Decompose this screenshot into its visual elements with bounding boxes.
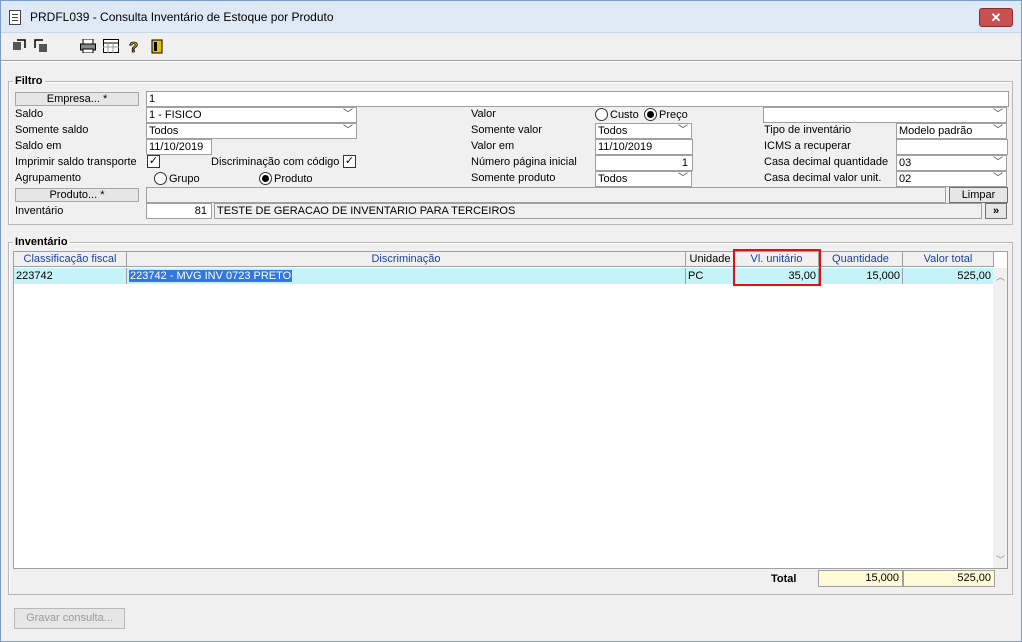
total-quantidade: 15,000: [818, 570, 903, 587]
filtro-title: Filtro: [13, 75, 45, 87]
tipo-inventario-label: Tipo de inventário: [764, 124, 852, 136]
inventario-label: Inventário: [15, 205, 64, 217]
cell-classificacao: 223742: [14, 268, 127, 284]
highlight-box: [733, 249, 821, 286]
col-classificacao[interactable]: Classificação fiscal: [14, 252, 127, 267]
inventario-title: Inventário: [13, 236, 70, 248]
saldo-select[interactable]: 1 - FISICO ﹀: [146, 107, 357, 123]
saldo-value: 1 - FISICO: [149, 109, 202, 121]
preco-label: Preço: [659, 109, 688, 121]
svg-text:?: ?: [129, 39, 138, 54]
somente-produto-label: Somente produto: [471, 172, 556, 184]
inventario-grid: Classificação fiscal Discriminação Unida…: [13, 251, 1008, 569]
saldo-em-field[interactable]: 11/10/2019: [146, 139, 212, 155]
agrupamento-label: Agrupamento: [15, 172, 82, 184]
casa-valor-select[interactable]: 02 ﹀: [896, 171, 1007, 187]
preco-radio[interactable]: [644, 108, 657, 121]
scroll-down-icon[interactable]: ﹀: [996, 553, 1005, 566]
somente-saldo-label: Somente saldo: [15, 124, 89, 136]
produto-field: [146, 187, 946, 203]
vertical-scrollbar[interactable]: ︿ ﹀: [993, 268, 1007, 568]
custo-label: Custo: [610, 109, 639, 121]
total-valor: 525,00: [903, 570, 995, 587]
document-icon: [9, 10, 21, 25]
total-label: Total: [771, 573, 797, 585]
casa-valor-label: Casa decimal valor unit.: [764, 172, 882, 184]
num-pagina-field[interactable]: 1: [595, 155, 693, 171]
produto-button-label: Produto... *: [49, 189, 105, 201]
produto-radio-label: Produto: [274, 173, 313, 185]
casa-qtd-value: 03: [899, 157, 912, 169]
somente-valor-value: Todos: [598, 125, 628, 137]
somente-saldo-select[interactable]: Todos ﹀: [146, 123, 357, 139]
tipo-inventario-value: Modelo padrão: [899, 125, 973, 137]
back-icon[interactable]: [11, 39, 27, 55]
empresa-button[interactable]: Empresa... *: [15, 92, 139, 106]
toolbar: ?: [1, 34, 1021, 60]
casa-qtd-label: Casa decimal quantidade: [764, 156, 889, 168]
chevron-down-icon: ﹀: [678, 173, 688, 184]
inventario-num-field[interactable]: 81: [146, 203, 212, 219]
empresa-button-label: Empresa... *: [46, 93, 108, 105]
window: PRDFL039 - Consulta Inventário de Estoqu…: [0, 0, 1022, 642]
cell-discriminacao-text: 223742 - MVG INV 0723 PRETO: [129, 270, 293, 282]
produto-button[interactable]: Produto... *: [15, 188, 139, 202]
chevron-down-icon: ﹀: [993, 125, 1003, 136]
saldo-em-label: Saldo em: [15, 140, 62, 152]
cell-discriminacao: 223742 - MVG INV 0723 PRETO: [127, 268, 686, 284]
gravar-consulta-button[interactable]: Gravar consulta...: [14, 608, 125, 629]
valor-em-field[interactable]: 11/10/2019: [595, 139, 693, 155]
chevron-down-icon: ﹀: [993, 109, 1003, 120]
somente-saldo-value: Todos: [149, 125, 179, 137]
empresa-field[interactable]: 1: [146, 91, 1009, 107]
print-icon[interactable]: [80, 38, 96, 55]
help-icon[interactable]: ?: [126, 39, 142, 57]
col-quantidade[interactable]: Quantidade: [819, 252, 903, 267]
grid-icon[interactable]: [103, 39, 119, 55]
col-valor-total[interactable]: Valor total: [903, 252, 994, 267]
discriminacao-codigo-checkbox[interactable]: ✓: [343, 155, 356, 168]
more-button[interactable]: »: [985, 203, 1007, 219]
cell-quantidade: 15,000: [819, 268, 903, 284]
chevron-down-icon: ﹀: [678, 125, 688, 136]
casa-qtd-select[interactable]: 03 ﹀: [896, 155, 1007, 171]
grupo-radio[interactable]: [154, 172, 167, 185]
close-button[interactable]: ✕: [979, 8, 1013, 27]
col-unidade[interactable]: Unidade: [686, 252, 735, 267]
somente-valor-label: Somente valor: [471, 124, 542, 136]
title-bar: PRDFL039 - Consulta Inventário de Estoqu…: [1, 1, 1021, 33]
cell-valor-total: 525,00: [903, 268, 994, 284]
chevron-down-icon: ﹀: [993, 157, 1003, 168]
valor-label: Valor: [471, 108, 496, 120]
somente-valor-select[interactable]: Todos ﹀: [595, 123, 692, 139]
grupo-label: Grupo: [169, 173, 200, 185]
valor-em-label: Valor em: [471, 140, 515, 152]
limpar-button[interactable]: Limpar: [949, 187, 1008, 203]
icms-field[interactable]: [896, 139, 1008, 155]
chevron-down-icon: ﹀: [993, 173, 1003, 184]
chevron-down-icon: ﹀: [343, 109, 353, 120]
custo-radio[interactable]: [595, 108, 608, 121]
casa-valor-value: 02: [899, 173, 912, 185]
col-discriminacao[interactable]: Discriminação: [127, 252, 686, 267]
inventario-desc-field: TESTE DE GERACAO DE INVENTARIO PARA TERC…: [214, 203, 982, 219]
window-title: PRDFL039 - Consulta Inventário de Estoqu…: [30, 10, 334, 24]
toolbar-divider: [1, 60, 1021, 61]
forward-icon[interactable]: [33, 39, 49, 55]
imprimir-saldo-checkbox[interactable]: ✓: [147, 155, 160, 168]
num-pagina-label: Número página inicial: [471, 156, 577, 168]
somente-produto-value: Todos: [598, 173, 628, 185]
produto-radio[interactable]: [259, 172, 272, 185]
tipo-inventario-select[interactable]: Modelo padrão ﹀: [896, 123, 1007, 139]
valor-extra-select[interactable]: ﹀: [763, 107, 1007, 123]
scroll-up-icon[interactable]: ︿: [996, 270, 1005, 283]
cell-unidade: PC: [686, 268, 735, 284]
discriminacao-codigo-label: Discriminação com código: [211, 156, 340, 168]
imprimir-saldo-label: Imprimir saldo transporte: [15, 156, 137, 168]
saldo-label: Saldo: [15, 108, 44, 120]
chevron-down-icon: ﹀: [343, 125, 353, 136]
somente-produto-select[interactable]: Todos ﹀: [595, 171, 692, 187]
icms-label: ICMS a recuperar: [764, 140, 851, 152]
exit-icon[interactable]: [149, 39, 165, 55]
